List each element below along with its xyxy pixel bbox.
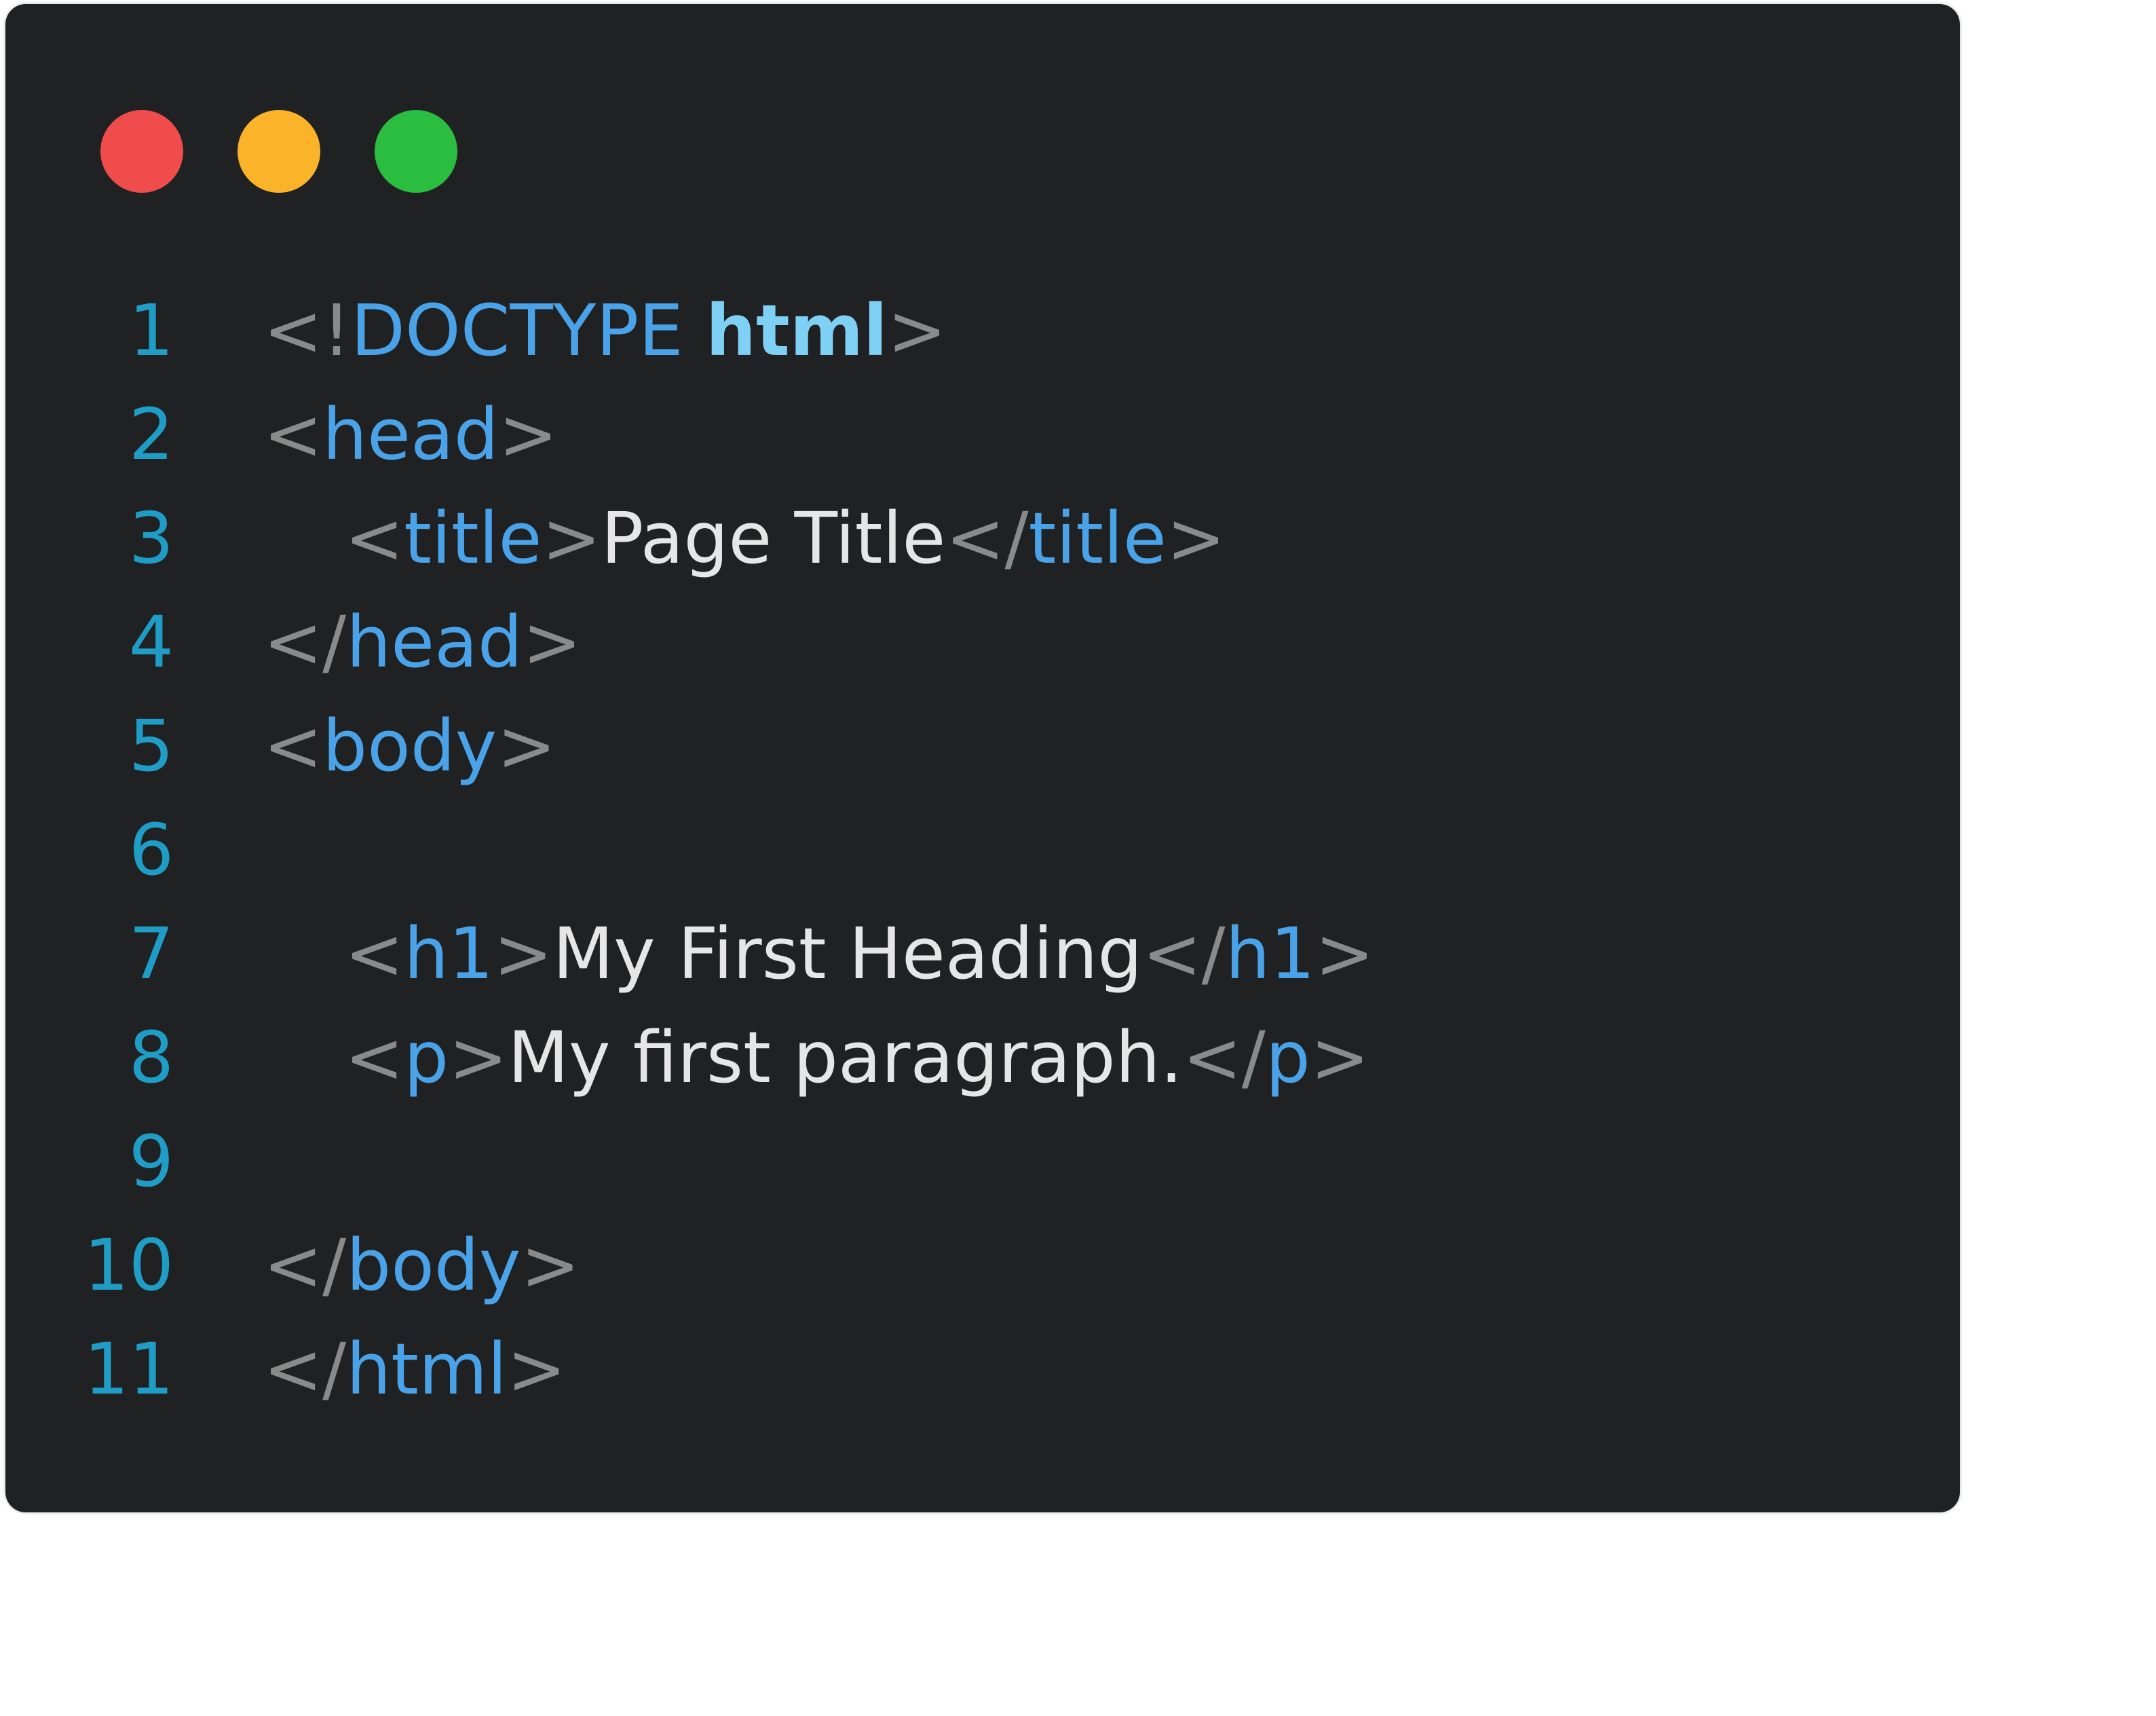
code-token-punct: > [507, 1328, 567, 1411]
line-content: <!DOCTYPE html> [263, 279, 947, 383]
code-token-text: My First Heading [552, 912, 1143, 995]
code-token-tag: body [346, 1224, 521, 1307]
code-line[interactable]: 7 <h1>My First Heading</h1> [5, 902, 1960, 1006]
code-token-punct: > [498, 393, 558, 476]
code-token-punct: > [1310, 1016, 1369, 1099]
code-line[interactable]: 10 </body> [5, 1214, 1960, 1318]
code-line[interactable]: 1 <!DOCTYPE html> [5, 279, 1960, 383]
code-line[interactable]: 3 <title>Page Title</title> [5, 487, 1960, 591]
code-token-text: Page Title [601, 497, 946, 580]
line-number: 9 [128, 1120, 174, 1203]
maximize-window-button[interactable] [375, 110, 457, 193]
code-token-punct: > [1166, 497, 1226, 580]
line-number: 7 [128, 912, 174, 995]
code-token-tag: h1 [1225, 912, 1315, 995]
code-token-punct: > [449, 1016, 508, 1099]
minimize-window-button[interactable] [238, 110, 320, 193]
code-token-punct: </ [1182, 1016, 1266, 1099]
code-token-tag: body [322, 705, 497, 787]
line-number: 11 [83, 1328, 174, 1411]
code-token-punct: > [493, 912, 553, 995]
code-line[interactable]: 6 [5, 798, 1960, 902]
code-token-tag: h1 [404, 912, 494, 995]
code-token-punct: <! [263, 289, 351, 372]
code-editor-window: 1 <!DOCTYPE html> 2 <head> 3 <title>Page Titl… [5, 4, 1960, 1512]
line-content: <title>Page Title</title> [345, 487, 1226, 591]
code-line[interactable]: 8 <p>My first paragraph.</p> [5, 1006, 1960, 1110]
code-token-text: My first paragraph. [508, 1016, 1183, 1099]
line-content: <h1>My First Heading</h1> [345, 902, 1374, 1006]
code-line[interactable]: 11 </html> [5, 1318, 1960, 1421]
code-area[interactable]: 1 <!DOCTYPE html> 2 <head> 3 <title>Page Titl… [5, 279, 1960, 1421]
line-number: 6 [128, 808, 174, 891]
code-token-punct: </ [263, 1224, 347, 1307]
code-token-tag: title [404, 497, 542, 580]
code-token-punct: > [521, 1224, 580, 1307]
code-line[interactable]: 4 </head> [5, 591, 1960, 694]
line-content: </body> [263, 1214, 580, 1318]
line-number: 5 [128, 705, 174, 787]
code-token-punct: > [542, 497, 601, 580]
line-number: 1 [128, 289, 174, 372]
code-token-tag: p [1265, 1016, 1310, 1099]
line-content: </head> [263, 591, 582, 694]
line-content: <body> [263, 694, 556, 798]
line-content: <head> [263, 383, 558, 487]
code-line[interactable]: 9 [5, 1110, 1960, 1214]
code-token-punct: < [345, 1016, 404, 1099]
line-number: 3 [128, 497, 174, 580]
line-number: 10 [83, 1224, 174, 1307]
code-token-punct: > [497, 705, 556, 787]
line-number: 2 [128, 393, 174, 476]
code-token-punct: </ [945, 497, 1029, 580]
code-token-punct: > [887, 289, 947, 372]
code-line[interactable]: 2 <head> [5, 383, 1960, 487]
code-token-punct: </ [263, 1328, 347, 1411]
code-token-punct: < [345, 912, 404, 995]
code-token-tag: p [404, 1016, 449, 1099]
code-token-tag: head [346, 601, 523, 684]
code-token-punct: </ [1142, 912, 1226, 995]
code-token-punct: </ [263, 601, 347, 684]
code-token-punct: > [1315, 912, 1374, 995]
code-line[interactable]: 5 <body> [5, 694, 1960, 798]
close-window-button[interactable] [100, 110, 183, 193]
code-token-keyword: DOCTYPE [350, 289, 706, 372]
line-number: 8 [128, 1016, 174, 1099]
code-token-attr: html [705, 289, 888, 372]
code-token-tag: html [346, 1328, 508, 1411]
line-content: </html> [263, 1318, 566, 1421]
code-token-punct: < [263, 393, 323, 476]
code-token-punct: < [345, 497, 404, 580]
code-token-tag: head [322, 393, 499, 476]
line-number: 4 [128, 601, 174, 684]
code-token-punct: > [522, 601, 582, 684]
code-token-tag: title [1028, 497, 1167, 580]
line-content: <p>My first paragraph.</p> [345, 1006, 1369, 1110]
code-token-punct: < [263, 705, 323, 787]
